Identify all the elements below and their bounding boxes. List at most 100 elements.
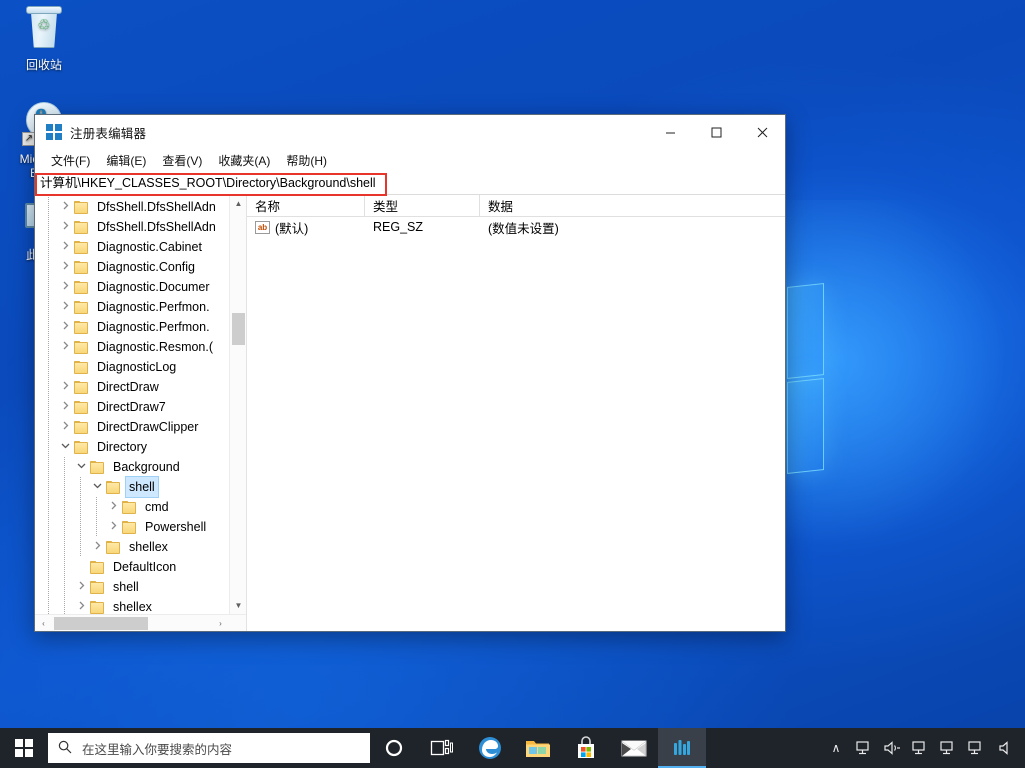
address-bar[interactable]: 计算机\HKEY_CLASSES_ROOT\Directory\Backgrou… xyxy=(37,173,785,193)
chevron-right-icon[interactable] xyxy=(57,257,73,277)
menu-item-view[interactable]: 查看(V) xyxy=(154,150,210,171)
desktop-icon-label: 回收站 xyxy=(26,58,62,72)
scroll-up-arrow-icon[interactable]: ▲ xyxy=(230,195,246,212)
chevron-right-icon[interactable] xyxy=(105,517,121,537)
column-header-name[interactable]: 名称 xyxy=(247,195,365,216)
tree-item-dfsshell-dfsshelladn[interactable]: DfsShell.DfsShellAdn xyxy=(35,217,246,237)
value-list-header[interactable]: 名称 类型 数据 xyxy=(247,195,785,217)
tree-item-diagnostic-cabinet[interactable]: Diagnostic.Cabinet xyxy=(35,237,246,257)
registry-value-pane[interactable]: 名称 类型 数据 ab(默认)REG_SZ(数值未设置) xyxy=(247,195,785,631)
vertical-scrollbar-thumb[interactable] xyxy=(232,313,245,345)
maximize-button[interactable] xyxy=(693,115,739,149)
address-bar-container[interactable]: 计算机\HKEY_CLASSES_ROOT\Directory\Backgrou… xyxy=(35,171,785,195)
chevron-right-icon[interactable] xyxy=(57,197,73,217)
close-button[interactable] xyxy=(739,115,785,149)
network-icon[interactable] xyxy=(851,728,877,768)
chevron-right-icon[interactable] xyxy=(57,397,73,417)
tree-item-directdraw7[interactable]: DirectDraw7 xyxy=(35,397,246,417)
chevron-right-icon[interactable] xyxy=(57,317,73,337)
chevron-down-icon[interactable] xyxy=(73,457,89,477)
network-icon-3[interactable] xyxy=(935,728,961,768)
registry-editor-window[interactable]: 注册表编辑器 文件(F) 编辑(E) 查看(V) 收藏夹(A) 帮助(H) 计算… xyxy=(34,114,786,632)
tree-item-directdrawclipper[interactable]: DirectDrawClipper xyxy=(35,417,246,437)
tree-item-diagnostic-perfmon[interactable]: Diagnostic.Perfmon. xyxy=(35,317,246,337)
start-button[interactable] xyxy=(0,728,48,768)
chevron-right-icon[interactable] xyxy=(89,537,105,557)
tree-item-shell[interactable]: shell xyxy=(35,477,246,497)
tree-item-shell[interactable]: shell xyxy=(35,577,246,597)
search-input[interactable]: 在这里输入你要搜索的内容 xyxy=(82,739,232,758)
scroll-left-arrow-icon[interactable]: ‹ xyxy=(35,615,52,631)
network-icon-4[interactable] xyxy=(963,728,989,768)
chevron-right-icon[interactable] xyxy=(57,277,73,297)
tree-item-diagnostic-perfmon[interactable]: Diagnostic.Perfmon. xyxy=(35,297,246,317)
show-hidden-icons-button[interactable]: ∧ xyxy=(823,728,849,768)
tree-item-defaulticon[interactable]: DefaultIcon xyxy=(35,557,246,577)
scroll-right-arrow-icon[interactable]: › xyxy=(212,615,229,631)
minimize-button[interactable] xyxy=(647,115,693,149)
task-view-button[interactable] xyxy=(418,728,466,768)
tree-item-shellex[interactable]: shellex xyxy=(35,597,246,614)
menu-item-file[interactable]: 文件(F) xyxy=(43,150,98,171)
tree-item-shellex[interactable]: shellex xyxy=(35,537,246,557)
chevron-right-icon[interactable] xyxy=(57,337,73,357)
menu-item-favorites[interactable]: 收藏夹(A) xyxy=(210,150,278,171)
taskbar[interactable]: 在这里输入你要搜索的内容 xyxy=(0,728,1025,768)
mail-button[interactable] xyxy=(610,728,658,768)
tree-vertical-scrollbar[interactable]: ▲ ▼ xyxy=(229,195,246,614)
menu-bar[interactable]: 文件(F) 编辑(E) 查看(V) 收藏夹(A) 帮助(H) xyxy=(35,149,785,171)
chevron-right-icon[interactable] xyxy=(57,237,73,257)
tree-item-diagnostic-documer[interactable]: Diagnostic.Documer xyxy=(35,277,246,297)
chevron-right-icon[interactable] xyxy=(57,217,73,237)
chevron-right-icon[interactable] xyxy=(73,597,89,614)
taskbar-search-box[interactable]: 在这里输入你要搜索的内容 xyxy=(48,733,370,763)
tree-item-dfsshell-dfsshelladn[interactable]: DfsShell.DfsShellAdn xyxy=(35,197,246,217)
desktop[interactable]: ♲ 回收站 e ↗ Microsoft Edge 此电脑 注册表编辑器 xyxy=(0,0,1025,768)
chevron-right-icon[interactable] xyxy=(57,297,73,317)
chevron-right-icon[interactable] xyxy=(57,377,73,397)
registry-tree[interactable]: DfsShell.DfsShellAdnDfsShell.DfsShellAdn… xyxy=(35,195,246,614)
value-name-cell: ab(默认) xyxy=(247,218,365,237)
column-header-data[interactable]: 数据 xyxy=(480,195,785,216)
chevron-right-icon[interactable] xyxy=(73,577,89,597)
microsoft-store-button[interactable] xyxy=(562,728,610,768)
desktop-icon-recycle-bin[interactable]: ♲ 回收站 xyxy=(6,6,82,72)
value-row[interactable]: ab(默认)REG_SZ(数值未设置) xyxy=(247,217,785,237)
tree-item-directory[interactable]: Directory xyxy=(35,437,246,457)
system-tray[interactable]: ∧ xyxy=(823,728,1025,768)
tree-item-label: DfsShell.DfsShellAdn xyxy=(94,217,219,237)
chevron-down-icon[interactable] xyxy=(89,477,105,497)
value-type: REG_SZ xyxy=(365,220,480,234)
horizontal-scrollbar-thumb[interactable] xyxy=(54,617,148,630)
cortana-button[interactable] xyxy=(370,728,418,768)
tree-item-background[interactable]: Background xyxy=(35,457,246,477)
value-list[interactable]: ab(默认)REG_SZ(数值未设置) xyxy=(247,217,785,631)
tree-item-directdraw[interactable]: DirectDraw xyxy=(35,377,246,397)
registry-tree-scrollport[interactable]: DfsShell.DfsShellAdnDfsShell.DfsShellAdn… xyxy=(35,195,246,614)
chevron-down-icon[interactable] xyxy=(57,437,73,457)
window-titlebar[interactable]: 注册表编辑器 xyxy=(35,115,785,149)
tree-horizontal-scrollbar[interactable]: ‹ › xyxy=(35,614,246,631)
registry-tree-pane[interactable]: DfsShell.DfsShellAdnDfsShell.DfsShellAdn… xyxy=(35,195,247,631)
tree-item-powershell[interactable]: Powershell xyxy=(35,517,246,537)
folder-icon xyxy=(89,601,105,614)
chevron-right-icon[interactable] xyxy=(105,497,121,517)
scroll-down-arrow-icon[interactable]: ▼ xyxy=(230,597,246,614)
tree-item-cmd[interactable]: cmd xyxy=(35,497,246,517)
tree-item-label: DirectDrawClipper xyxy=(94,417,201,437)
tree-item-diagnostic-config[interactable]: Diagnostic.Config xyxy=(35,257,246,277)
folder-icon xyxy=(105,481,121,494)
tree-item-diagnosticlog[interactable]: DiagnosticLog xyxy=(35,357,246,377)
volume-icon[interactable] xyxy=(879,728,905,768)
microsoft-edge-button[interactable] xyxy=(466,728,514,768)
volume-icon-2[interactable] xyxy=(991,728,1017,768)
menu-item-edit[interactable]: 编辑(E) xyxy=(98,150,154,171)
chevron-right-icon[interactable] xyxy=(57,417,73,437)
file-explorer-button[interactable] xyxy=(514,728,562,768)
menu-item-help[interactable]: 帮助(H) xyxy=(278,150,335,171)
registry-editor-button[interactable] xyxy=(658,728,706,768)
tree-item-label: Background xyxy=(110,457,183,477)
tree-item-diagnostic-resmon[interactable]: Diagnostic.Resmon.( xyxy=(35,337,246,357)
network-icon-2[interactable] xyxy=(907,728,933,768)
column-header-type[interactable]: 类型 xyxy=(365,195,480,216)
